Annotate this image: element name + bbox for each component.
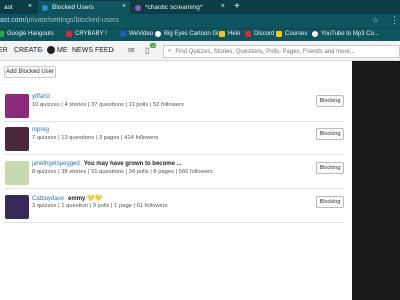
username-link[interactable]: mpreg — [32, 127, 49, 133]
nav-news-feed[interactable]: NEWS FEED — [72, 47, 114, 54]
google-icon — [155, 31, 161, 37]
bookmark-item[interactable]: Courses — [276, 31, 307, 37]
close-tab-icon[interactable]: × — [221, 3, 225, 10]
divider — [4, 222, 344, 223]
notification-badge: 12 — [150, 43, 157, 48]
url-host: ast.com/ — [0, 17, 27, 24]
bookmark-item[interactable]: Discord — [245, 31, 274, 37]
new-tab-icon[interactable]: + — [234, 1, 240, 13]
browser-tab[interactable]: ast × — [0, 1, 36, 14]
folder-icon — [219, 31, 225, 37]
tab-title: *chaotic screaming* — [145, 4, 203, 11]
username: Catboydave — [32, 196, 65, 202]
nav-create[interactable]: CREATE — [14, 47, 42, 54]
bookmarks-bar: Google Hangouts CRYBABY ! WeVideo Big Ey… — [0, 28, 400, 41]
url-text[interactable]: ast.com/private/settings/blocked-users — [0, 17, 119, 24]
user-stats: 7 quizzes | 13 questions | 3 pages | 414… — [32, 135, 159, 141]
blocking-button[interactable]: Blocking — [316, 128, 344, 140]
blocking-button[interactable]: Blocking — [316, 162, 344, 174]
divider — [4, 188, 344, 189]
list-item: janethgetspegged You may have grown to be… — [0, 161, 352, 191]
avatar[interactable] — [5, 94, 29, 118]
browser-menu-icon[interactable]: ⋮ — [390, 15, 399, 26]
favicon-icon — [42, 4, 48, 11]
bookmark-label: CRYBABY ! — [75, 31, 107, 37]
folder-icon — [276, 31, 282, 37]
bookmark-item[interactable]: Big Eyes Cartoon Gi... — [155, 31, 223, 37]
tab-title: ast — [4, 4, 13, 11]
dark-side-panel — [352, 61, 400, 300]
bookmark-item[interactable]: Google Hangouts — [0, 31, 54, 37]
hangouts-icon — [0, 31, 4, 37]
history-icon[interactable]: ◔ — [110, 46, 115, 55]
user-title: You may have grown to become ... — [83, 161, 182, 167]
list-item: Catboydave emmy 💛💛 3 quizzes | 1 question… — [0, 195, 352, 225]
avatar[interactable] — [47, 46, 55, 54]
bookmark-label: Big Eyes Cartoon Gi... — [164, 31, 224, 37]
search-input[interactable]: ⌕ Find Quizzes, Stories, Questions, Poll… — [163, 45, 400, 58]
tab-title: Blocked Users — [52, 4, 94, 11]
user-stats: 10 quizzes | 4 stories | 37 questions | … — [32, 102, 184, 108]
username: mpreg — [32, 127, 50, 133]
bookmark-label: Google Hangouts — [7, 31, 54, 37]
divider — [4, 154, 344, 155]
caret-down-icon[interactable]: ▼ — [40, 48, 44, 53]
bookmark-label: Courses — [285, 31, 308, 37]
avatar[interactable] — [5, 161, 29, 185]
add-blocked-user-button[interactable]: Add Blocked User — [4, 66, 56, 78]
search-placeholder: Find Quizzes, Stories, Questions, Polls,… — [175, 48, 355, 55]
nav-item[interactable]: ER — [0, 47, 8, 54]
username-link[interactable]: janethgetspegged You may have grown to be… — [32, 161, 182, 167]
username: janethgetspegged — [32, 161, 80, 167]
url-path: private/settings/blocked-users — [26, 17, 120, 24]
avatar[interactable] — [5, 127, 29, 151]
youtube-icon — [66, 31, 72, 37]
divider — [4, 121, 344, 122]
bookmark-item[interactable]: CRYBABY ! — [66, 31, 107, 37]
blocking-button[interactable]: Blocking — [316, 196, 344, 208]
close-tab-icon[interactable]: × — [28, 3, 32, 10]
search-icon: ⌕ — [168, 48, 172, 54]
username-link[interactable]: Catboydave emmy 💛💛 — [32, 195, 102, 202]
notifications-icon[interactable]: ▯ — [145, 46, 149, 55]
nav-me[interactable]: ME — [57, 47, 68, 54]
favicon-icon — [135, 4, 141, 11]
discord-icon — [245, 31, 251, 37]
user-stats: 8 quizzes | 38 stories | 51 questions | … — [32, 169, 213, 175]
messages-icon[interactable]: ✉ — [128, 46, 135, 55]
user-stats: 3 quizzes | 1 question | 9 polls | 1 pag… — [32, 203, 168, 209]
blocking-button[interactable]: Blocking — [316, 95, 344, 107]
converter-icon — [312, 31, 318, 37]
address-bar[interactable]: ast.com/private/settings/blocked-users ☆… — [0, 14, 400, 28]
list-item: ytffart2 10 quizzes | 4 stories | 37 que… — [0, 94, 352, 124]
bookmark-item[interactable]: YouTube to Mp3 Co... — [312, 31, 379, 37]
bookmark-label: WeVideo — [129, 31, 154, 37]
close-tab-icon[interactable]: × — [122, 3, 126, 10]
bookmark-star-icon[interactable]: ☆ — [372, 16, 379, 25]
bookmark-label: YouTube to Mp3 Co... — [321, 31, 379, 37]
bookmark-item[interactable]: WeVideo — [120, 31, 153, 37]
username: ytffart2 — [32, 94, 51, 100]
user-title: emmy 💛💛 — [68, 196, 102, 202]
list-item: mpreg 7 quizzes | 13 questions | 3 pages… — [0, 127, 352, 157]
bookmark-item[interactable]: Helo — [219, 31, 240, 37]
avatar[interactable] — [5, 195, 29, 219]
username-link[interactable]: ytffart2 — [32, 94, 50, 100]
site-header: ER CREATE ▼ ME NEWS FEED ◔ ✉ ▯ 12 ⌕ Find… — [0, 41, 400, 61]
browser-tab[interactable]: *chaotic screaming* × — [131, 1, 229, 14]
browser-tab-active[interactable]: Blocked Users × — [38, 1, 130, 14]
bookmark-label: Helo — [228, 31, 241, 37]
browser-tab-strip: ast × Blocked Users × *chaotic screaming… — [0, 0, 400, 14]
bookmark-label: Discord — [254, 31, 275, 37]
blocked-users-panel: Add Blocked User ytffart2 10 quizzes | 4… — [0, 61, 352, 300]
wevideo-icon — [120, 31, 126, 37]
